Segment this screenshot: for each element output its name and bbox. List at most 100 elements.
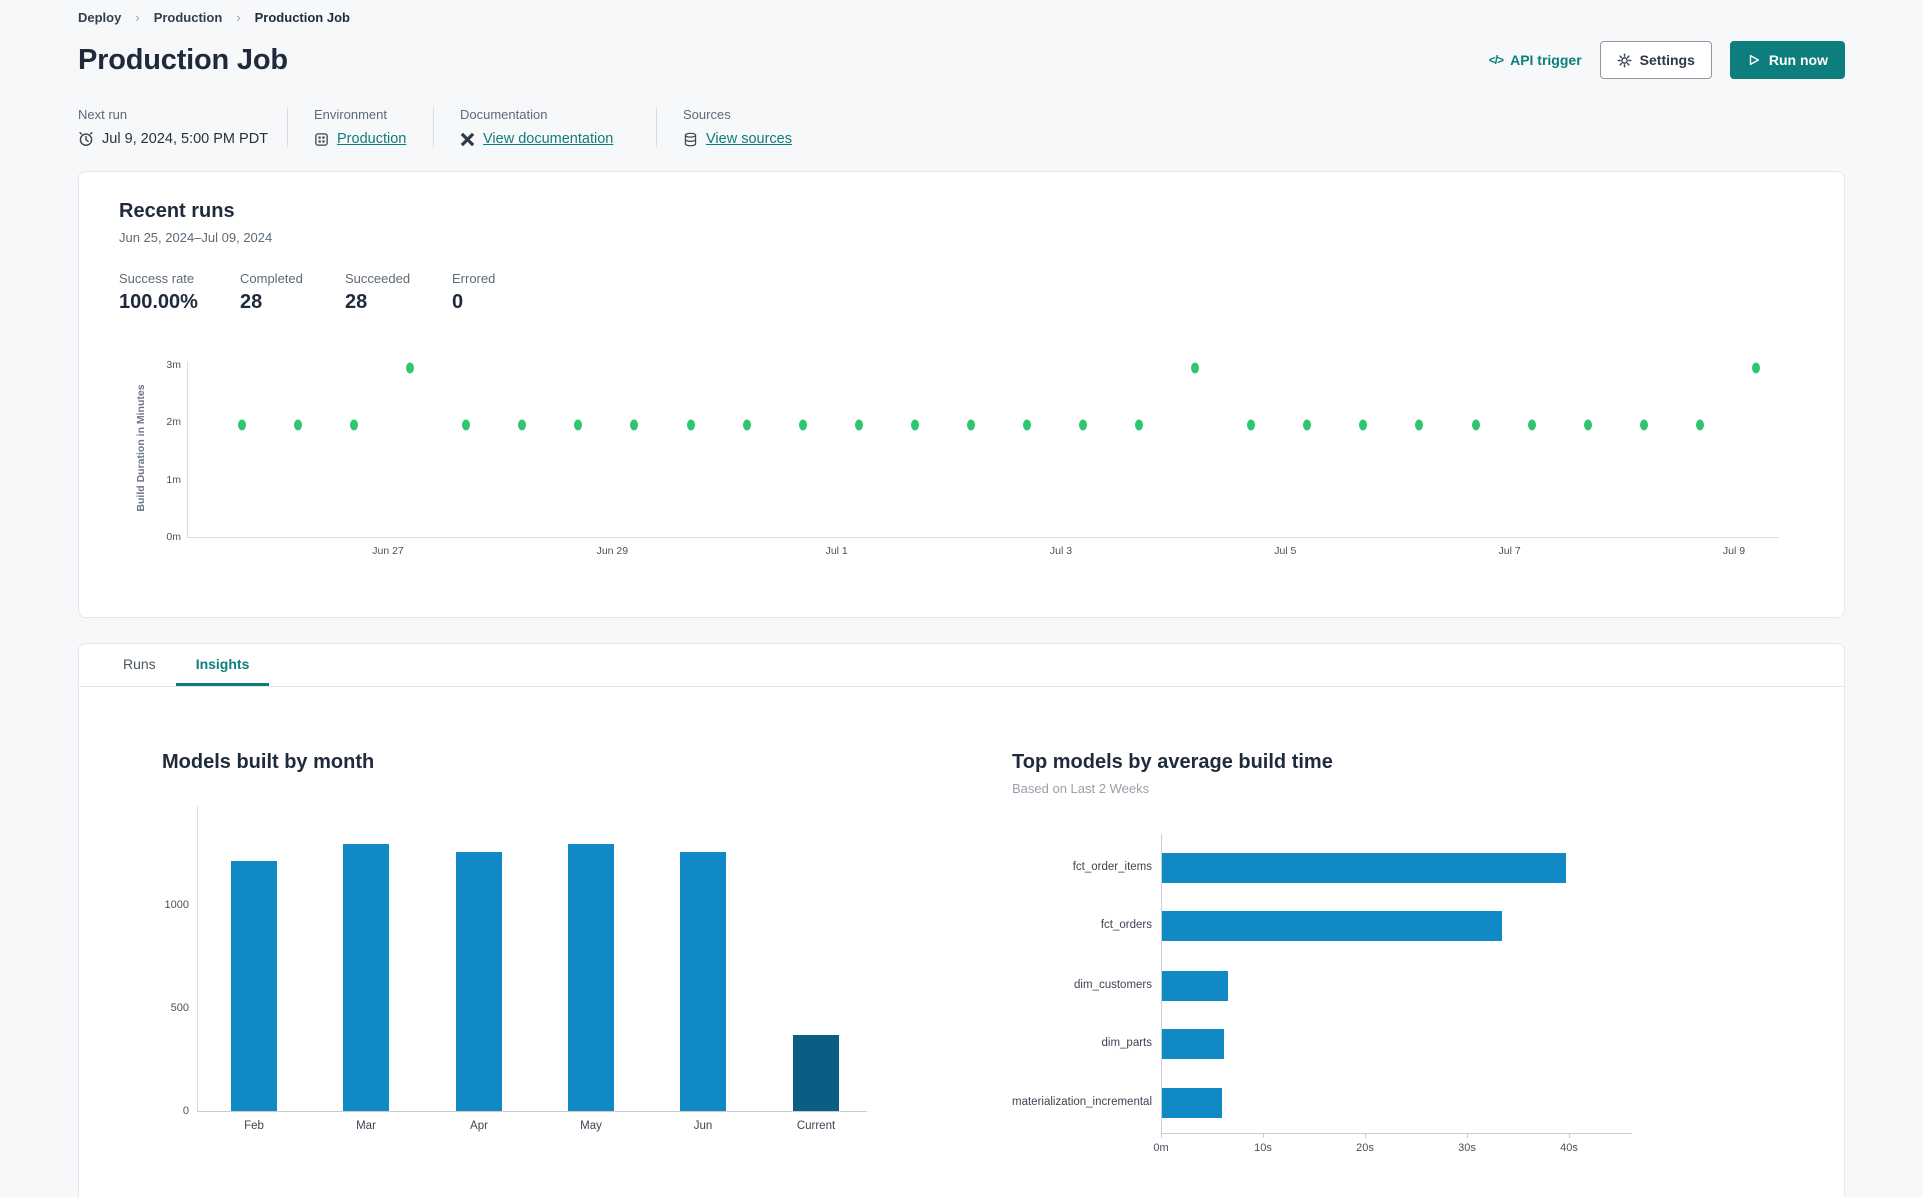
x-tick-label: 10s <box>1254 1142 1272 1154</box>
database-icon <box>683 132 698 147</box>
x-tick-label: Mar <box>356 1120 376 1132</box>
scatter-point <box>686 419 695 431</box>
x-tick-mark <box>1569 1133 1570 1138</box>
x-axis-line <box>197 1111 867 1112</box>
page-title: Production Job <box>78 43 288 76</box>
run-now-button[interactable]: Run now <box>1729 41 1845 79</box>
environment-link[interactable]: Production <box>337 131 406 147</box>
x-tick-label: Jun 29 <box>596 545 629 557</box>
clock-icon <box>78 131 94 147</box>
view-sources-link[interactable]: View sources <box>706 131 792 147</box>
scatter-point <box>966 419 975 431</box>
page-header: Production Job </> API trigger Settings … <box>78 41 1845 79</box>
scatter-point <box>1527 419 1536 431</box>
scatter-point <box>350 419 359 431</box>
top-models-subtitle: Based on Last 2 Weeks <box>1012 781 1150 796</box>
job-meta-row: Next run Jul 9, 2024, 5:00 PM PDT Enviro… <box>78 107 1845 147</box>
x-axis-line <box>1161 1133 1632 1134</box>
breadcrumb-deploy[interactable]: Deploy <box>78 10 121 25</box>
x-tick-label: Jul 9 <box>1722 545 1746 557</box>
x-tick-label: 30s <box>1458 1142 1476 1154</box>
scatter-point <box>630 419 639 431</box>
next-run-label: Next run <box>78 107 128 122</box>
api-trigger-label: API trigger <box>1510 52 1582 68</box>
recent-runs-date-range: Jun 25, 2024–Jul 09, 2024 <box>119 230 273 245</box>
y-axis-title: Build Duration in Minutes <box>135 384 147 512</box>
x-tick-mark <box>1161 1133 1162 1138</box>
category-label: dim_customers <box>1074 979 1152 991</box>
scatter-point <box>406 362 415 374</box>
x-tick-label: Jul 5 <box>1274 545 1297 557</box>
scatter-point <box>742 419 751 431</box>
page: Deploy › Production › Production Job Pro… <box>0 0 1923 1197</box>
category-label: materialization_incremental <box>1012 1096 1152 1108</box>
bar <box>1162 911 1502 941</box>
y-tick-label: 1m <box>166 473 181 486</box>
tab-insights[interactable]: Insights <box>175 644 270 686</box>
top-models-block: Top models by average build time Based o… <box>1012 751 1812 1160</box>
environment-label: Environment <box>314 107 387 122</box>
build-duration-chart: Build Duration in Minutes 0m 1m 2m 3m Jun 27 J… <box>119 340 1795 565</box>
category-label: dim_parts <box>1101 1037 1153 1049</box>
breadcrumb: Deploy › Production › Production Job <box>78 0 1845 25</box>
x-tick-label: Jun 27 <box>372 545 404 557</box>
x-tick-label: Jul 1 <box>825 545 848 557</box>
header-actions: </> API trigger Settings Run now <box>1489 41 1845 79</box>
scatter-point <box>1191 362 1200 374</box>
api-trigger-link[interactable]: </> API trigger <box>1489 52 1582 68</box>
scatter-point <box>1303 419 1312 431</box>
run-now-label: Run now <box>1768 52 1828 68</box>
x-axis-line <box>187 537 1779 538</box>
scatter-point <box>574 419 583 431</box>
scatter-point <box>1247 419 1256 431</box>
models-by-month-block: Models built by month 0 500 1000 Feb Mar Apr M… <box>162 751 929 1160</box>
x-tick-label: Feb <box>244 1120 264 1132</box>
scatter-point <box>462 419 471 431</box>
scatter-point <box>1415 419 1424 431</box>
sources-label: Sources <box>683 107 731 122</box>
category-label: fct_orders <box>1100 919 1152 931</box>
bar <box>1162 853 1566 883</box>
scatter-point <box>1751 362 1760 374</box>
x-tick-label: 40s <box>1560 1142 1578 1154</box>
stat-success-rate: Success rate 100.00% <box>119 271 198 313</box>
x-tick-label: Current <box>796 1120 836 1132</box>
x-tick-label: Jul 3 <box>1049 545 1073 557</box>
y-tick-label: 0 <box>182 1105 189 1117</box>
x-tick-mark <box>1467 1133 1468 1138</box>
scatter-point <box>1022 419 1031 431</box>
scatter-point <box>910 419 919 431</box>
x-tick-label: Jun <box>693 1120 713 1132</box>
x-tick-label: May <box>580 1120 602 1132</box>
scatter-point <box>1079 419 1088 431</box>
settings-button[interactable]: Settings <box>1599 41 1712 79</box>
breadcrumb-production[interactable]: Production <box>154 10 223 25</box>
environment-icon <box>314 132 329 147</box>
recent-runs-stats: Success rate 100.00% Completed 28 Succee… <box>119 271 1804 314</box>
x-tick-label: 0m <box>1153 1142 1169 1154</box>
bar <box>1162 1029 1225 1059</box>
scatter-point <box>1583 419 1592 431</box>
code-icon: </> <box>1488 53 1504 67</box>
y-axis-line <box>197 806 198 1111</box>
scatter-point <box>854 419 863 431</box>
view-documentation-link[interactable]: View documentation <box>483 131 613 147</box>
breadcrumb-production-job: Production Job <box>254 10 350 25</box>
scatter-point <box>1695 419 1704 431</box>
chevron-right-icon: › <box>135 10 140 25</box>
play-icon <box>1747 53 1761 67</box>
models-by-month-title: Models built by month <box>162 751 375 773</box>
scatter-point <box>294 419 303 431</box>
stat-succeeded: Succeeded 28 <box>345 271 411 313</box>
top-models-title: Top models by average build time <box>1012 751 1333 773</box>
job-detail-card: Runs Insights Models built by month 0 500… <box>78 643 1845 1197</box>
x-tick-label: 20s <box>1356 1142 1374 1154</box>
scatter-point <box>1471 419 1480 431</box>
y-tick-label: 1000 <box>164 898 189 911</box>
bar <box>568 844 614 1111</box>
settings-label: Settings <box>1639 52 1695 68</box>
tab-runs[interactable]: Runs <box>103 644 176 686</box>
bar <box>456 852 502 1111</box>
bar <box>793 1034 839 1111</box>
y-tick-label: 0m <box>166 531 181 543</box>
